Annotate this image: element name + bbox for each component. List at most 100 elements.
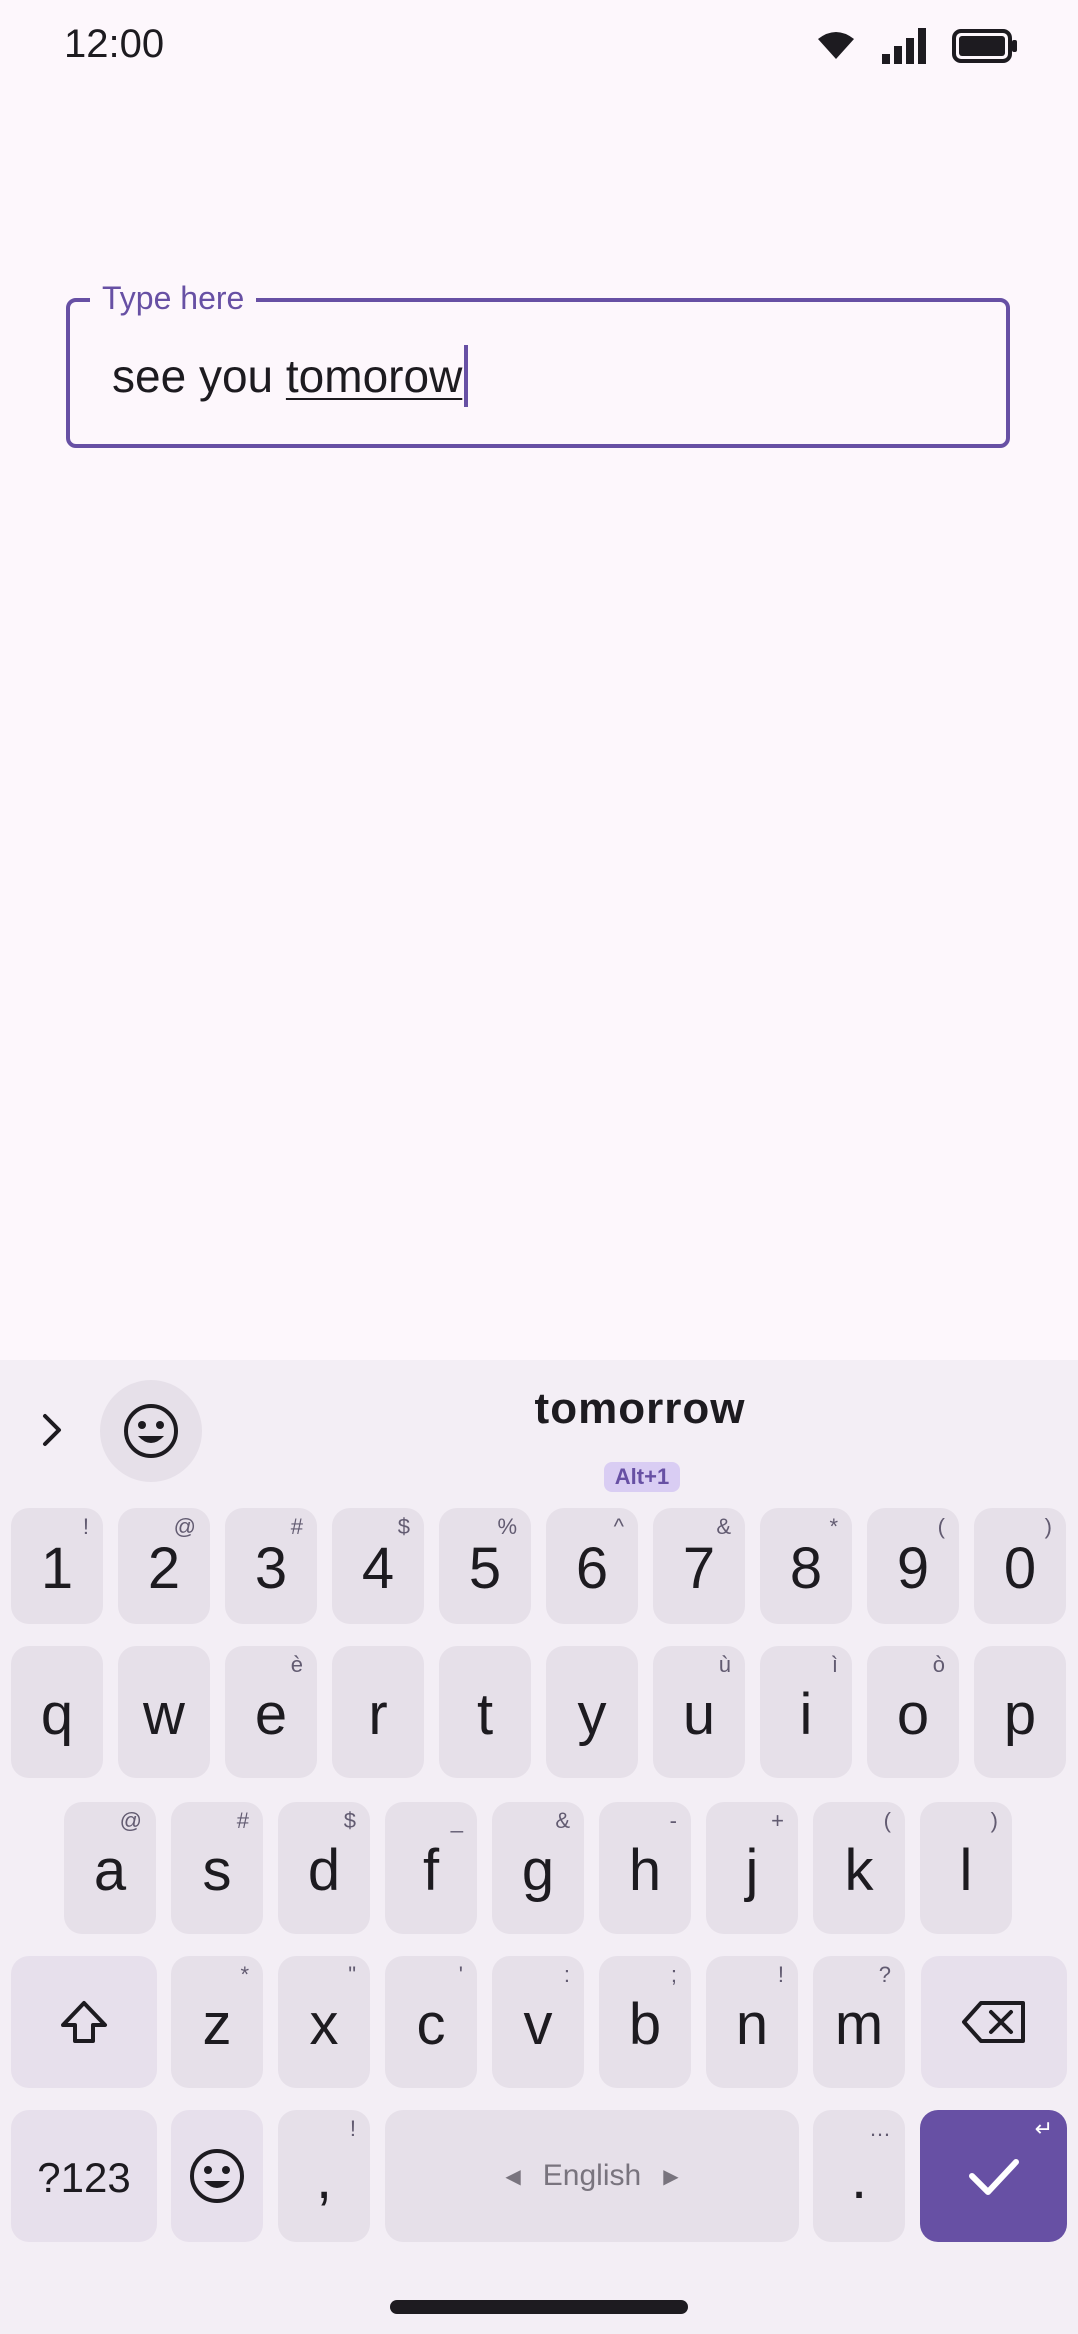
text-field-value[interactable]: see you tomorow <box>112 345 469 407</box>
key-p[interactable]: p <box>974 1646 1066 1778</box>
key-w-label: w <box>143 1681 185 1747</box>
period-key-label: . <box>850 2145 868 2211</box>
key-5[interactable]: 5% <box>439 1508 531 1624</box>
key-r[interactable]: r <box>332 1646 424 1778</box>
key-m[interactable]: m? <box>813 1956 905 2088</box>
key-o-label: o <box>896 1681 930 1747</box>
symbols-key[interactable]: ?123 <box>11 2110 157 2242</box>
key-i[interactable]: iì <box>760 1646 852 1778</box>
key-0-label: 0 <box>1003 1535 1037 1601</box>
key-v[interactable]: v: <box>492 1956 584 2088</box>
text-input-field[interactable]: Type here see you tomorow <box>66 278 1010 448</box>
key-f-label: f <box>422 1837 440 1903</box>
key-z[interactable]: z * <box>171 1956 263 2088</box>
key-j[interactable]: j + <box>706 1802 798 1934</box>
key-h[interactable]: h- <box>599 1802 691 1934</box>
key-n-hint: ! <box>777 1962 784 1987</box>
key-c-label: c <box>416 1991 446 2057</box>
suggestion-strip: tomorrow Alt+1 <box>0 1360 1078 1498</box>
key-v-hint: : <box>563 1962 570 1987</box>
key-t[interactable]: t <box>439 1646 531 1778</box>
key-4[interactable]: 4 $ <box>332 1508 424 1624</box>
key-o[interactable]: oò <box>867 1646 959 1778</box>
key-b[interactable]: b; <box>599 1956 691 2088</box>
key-8-hint: * <box>829 1514 838 1539</box>
key-l-hint: ) <box>990 1808 998 1833</box>
key-n-label: n <box>735 1991 769 2057</box>
key-1-hint: ! <box>82 1514 89 1539</box>
comma-key[interactable]: ,! <box>278 2110 370 2242</box>
key-7-hint: & <box>716 1514 731 1539</box>
key-y-label: y <box>577 1681 607 1747</box>
wifi-icon <box>816 31 856 66</box>
key-x-hint: " <box>348 1962 356 1987</box>
key-y[interactable]: y <box>546 1646 638 1778</box>
key-e-hint: è <box>290 1652 303 1677</box>
key-s-hint: # <box>236 1808 249 1833</box>
arrow-left-icon: ◀ <box>505 2165 521 2188</box>
emoji-icon <box>190 2149 244 2203</box>
key-5-hint: % <box>497 1514 517 1539</box>
key-1[interactable]: 1! <box>11 1508 103 1624</box>
signal-icon <box>882 28 926 69</box>
status-icons <box>816 28 1018 69</box>
key-3[interactable]: 3 # <box>225 1508 317 1624</box>
key-k-label: k <box>844 1837 874 1903</box>
key-1-label: 1 <box>40 1535 74 1601</box>
key-j-label: j <box>745 1837 759 1903</box>
key-e[interactable]: eè <box>225 1646 317 1778</box>
key-r-label: r <box>368 1681 388 1747</box>
navigation-handle[interactable] <box>390 2300 688 2314</box>
key-a-hint: @ <box>119 1808 142 1833</box>
key-k-hint: ( <box>883 1808 891 1833</box>
battery-icon <box>952 29 1018 68</box>
space-key[interactable]: ◀ English ▶ <box>385 2110 799 2242</box>
emoji-key[interactable] <box>171 2110 263 2242</box>
key-f[interactable]: f _ <box>385 1802 477 1934</box>
status-time: 12:00 <box>64 22 165 66</box>
key-u-hint: ù <box>718 1652 731 1677</box>
emoji-toolbar-button[interactable] <box>100 1380 202 1482</box>
shift-key[interactable] <box>11 1956 157 2088</box>
key-6[interactable]: 6 ^ <box>546 1508 638 1624</box>
key-6-label: 6 <box>575 1535 609 1601</box>
key-4-hint: $ <box>397 1514 410 1539</box>
key-g[interactable]: g & <box>492 1802 584 1934</box>
key-c-hint: ' <box>458 1962 463 1987</box>
shift-icon <box>61 2001 107 2043</box>
key-z-hint: * <box>240 1962 249 1987</box>
key-n[interactable]: n! <box>706 1956 798 2088</box>
key-3-hint: # <box>290 1514 303 1539</box>
suggestion-word[interactable]: tomorrow <box>440 1384 840 1434</box>
key-2-label: 2 <box>147 1535 181 1601</box>
key-i-hint: ì <box>831 1652 838 1677</box>
key-d[interactable]: d $ <box>278 1802 370 1934</box>
key-s[interactable]: s # <box>171 1802 263 1934</box>
comma-key-label: , <box>315 2145 333 2211</box>
key-0[interactable]: 0) <box>974 1508 1066 1624</box>
key-q[interactable]: q <box>11 1646 103 1778</box>
key-c[interactable]: c ' <box>385 1956 477 2088</box>
suggestion-shortcut-badge: Alt+1 <box>604 1462 680 1492</box>
backspace-key[interactable] <box>921 1956 1067 2088</box>
period-key[interactable]: .… <box>813 2110 905 2242</box>
soft-keyboard: tomorrow Alt+1 1! 2 @3 #4 $5% 6 ^ 7 & 8 * 9(0) q w e è r… <box>0 1360 1078 2334</box>
comma-key-hint: ! <box>349 2116 356 2141</box>
key-2[interactable]: 2 @ <box>118 1508 210 1624</box>
text-field-value-prefix: see you <box>112 350 286 402</box>
key-7[interactable]: 7 & <box>653 1508 745 1624</box>
expand-toolbar-button[interactable] <box>22 1400 82 1460</box>
key-9[interactable]: 9( <box>867 1508 959 1624</box>
key-k[interactable]: k( <box>813 1802 905 1934</box>
key-z-label: z <box>202 1991 232 2057</box>
key-x-label: x <box>309 1991 339 2057</box>
key-u[interactable]: uù <box>653 1646 745 1778</box>
key-8[interactable]: 8 * <box>760 1508 852 1624</box>
key-h-hint: - <box>669 1808 677 1833</box>
key-l[interactable]: l) <box>920 1802 1012 1934</box>
key-x[interactable]: x " <box>278 1956 370 2088</box>
enter-key[interactable]: ↵ <box>920 2110 1067 2242</box>
chevron-right-icon <box>43 1414 61 1446</box>
key-w[interactable]: w <box>118 1646 210 1778</box>
key-a[interactable]: a @ <box>64 1802 156 1934</box>
